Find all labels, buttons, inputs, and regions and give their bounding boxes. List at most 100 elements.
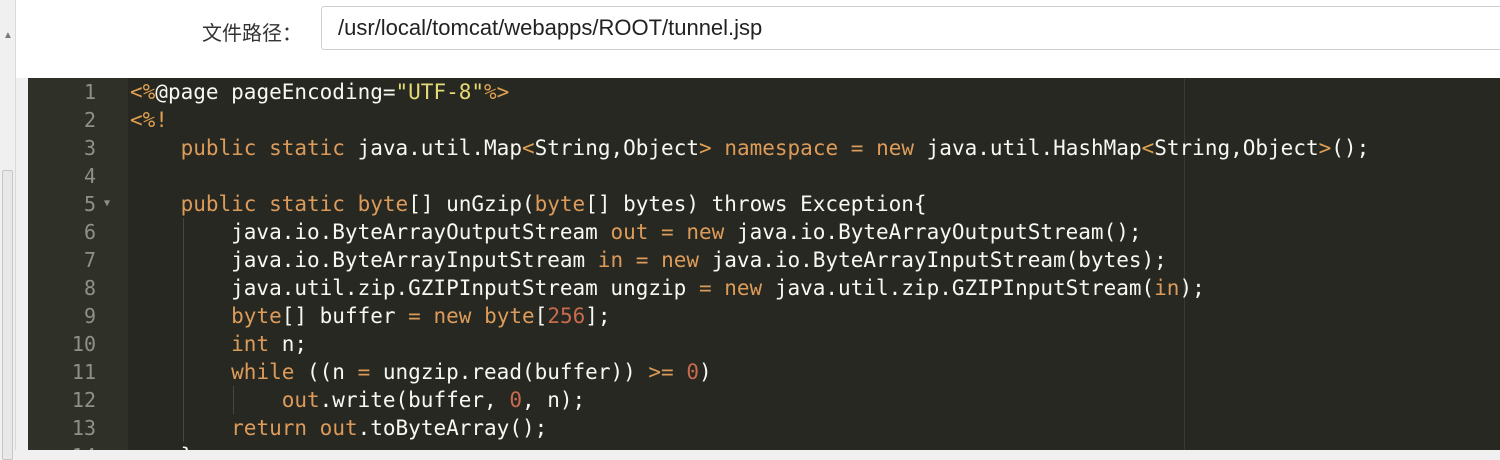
code-line: 1 <%@page pageEncoding="UTF-8"%>	[28, 78, 1500, 106]
code-token: java.util.Map	[344, 136, 522, 160]
code-line: 9 byte[] buffer = new byte[256];	[28, 302, 1500, 330]
line-number: 14	[28, 442, 96, 450]
code-token: byte	[534, 192, 586, 216]
line-number: 7	[83, 248, 96, 272]
code-text: while ((n = ungzip.read(buffer)) >= 0)	[130, 358, 712, 386]
code-token: static	[269, 192, 345, 216]
code-token: in	[597, 248, 624, 272]
code-token: java.util.zip.GZIPInputStream(	[762, 276, 1155, 300]
code-token: static	[269, 136, 345, 160]
code-token: byte	[484, 304, 535, 328]
line-number: 4	[83, 164, 96, 188]
code-line: 13 return out.toByteArray();	[28, 414, 1500, 442]
code-text: out.write(buffer, 0, n);	[130, 386, 585, 414]
line-number: 11	[71, 360, 96, 384]
code-token: <	[521, 136, 535, 160]
code-token: java.io.ByteArrayOutputStream	[130, 220, 611, 244]
code-token: %>	[484, 80, 510, 104]
code-text: public static java.util.Map<String,Objec…	[130, 134, 1370, 162]
line-number: 1	[83, 80, 96, 104]
line-number: 12	[71, 388, 96, 412]
code-token: java.io.ByteArrayInputStream(bytes);	[699, 248, 1167, 272]
code-token: namespace	[724, 136, 839, 160]
code-token: }	[130, 444, 194, 450]
code-line: 7 java.io.ByteArrayInputStream in = new …	[28, 246, 1500, 274]
line-number: 13	[71, 416, 96, 440]
code-line: 5 ▼ public static byte[] unGzip(byte[] by…	[28, 190, 1500, 218]
code-token: .toByteArray();	[357, 416, 548, 440]
code-token: [] buffer	[281, 304, 409, 328]
code-token: "UTF-8"	[395, 80, 485, 104]
code-token: java.util.HashMap	[914, 136, 1142, 160]
code-token: java.util.zip.GZIPInputStream ungzip	[130, 276, 699, 300]
code-token: =	[698, 276, 712, 300]
code-line: 2 <%!	[28, 106, 1500, 134]
code-token: @page pageEncoding=	[155, 80, 396, 104]
code-token: n;	[269, 332, 308, 356]
fold-toggle-icon[interactable]: ▼	[104, 190, 110, 218]
code-token: [] bytes) throws Exception{	[585, 192, 927, 216]
code-token: <%!	[130, 108, 168, 132]
code-token: public	[180, 136, 257, 160]
code-token: )	[699, 360, 712, 384]
code-line: 3 public static java.util.Map<String,Obj…	[28, 134, 1500, 162]
code-token: =	[357, 360, 371, 384]
code-token: new	[724, 276, 763, 300]
line-number: 2	[83, 108, 96, 132]
line-number: 10	[71, 332, 96, 356]
code-text: }	[130, 442, 194, 450]
code-text: java.util.zip.GZIPInputStream ungzip = n…	[130, 274, 1205, 302]
code-token: );	[1179, 276, 1205, 300]
code-line: 4	[28, 162, 1500, 190]
code-token: .write(buffer,	[319, 388, 510, 412]
code-token: 256	[547, 304, 586, 328]
code-line: 11 while ((n = ungzip.read(buffer)) >= 0…	[28, 358, 1500, 386]
code-token: >	[699, 136, 712, 160]
code-text: public static byte[] unGzip(byte[] bytes…	[130, 190, 927, 218]
scrollbar-thumb[interactable]	[2, 170, 13, 460]
left-scrollbar[interactable]: ▲	[0, 0, 16, 460]
code-token: <	[1141, 136, 1155, 160]
line-number: 8	[83, 276, 96, 300]
scroll-up-arrow-icon[interactable]: ▲	[2, 30, 14, 42]
code-token: java.io.ByteArrayOutputStream();	[724, 220, 1142, 244]
code-line: 6 java.io.ByteArrayOutputStream out = ne…	[28, 218, 1500, 246]
code-text: java.io.ByteArrayOutputStream out = new …	[130, 218, 1142, 246]
code-token: in	[1154, 276, 1180, 300]
code-text: java.io.ByteArrayInputStream in = new ja…	[130, 246, 1167, 274]
code-token: 0	[509, 388, 522, 412]
code-line: 12 out.write(buffer, 0, n);	[28, 386, 1500, 414]
code-line: 8 java.util.zip.GZIPInputStream ungzip =…	[28, 274, 1500, 302]
code-editor[interactable]: 1 <%@page pageEncoding="UTF-8"%> 2 <%! 3 pub…	[28, 78, 1500, 450]
code-text: <%@page pageEncoding="UTF-8"%>	[130, 78, 509, 106]
code-text: int n;	[130, 330, 307, 358]
line-number: 5	[83, 192, 96, 216]
code-token: >	[1318, 136, 1332, 160]
file-path-label: 文件路径：	[202, 21, 302, 45]
code-token: while	[231, 360, 295, 384]
line-number: 3	[83, 136, 96, 160]
code-token: ((n	[294, 360, 358, 384]
file-path-input[interactable]: /usr/local/tomcat/webapps/ROOT/tunnel.js…	[321, 6, 1500, 50]
file-path-bar: 文件路径： /usr/local/tomcat/webapps/ROOT/tun…	[16, 0, 1500, 78]
code-token: =	[661, 220, 674, 244]
code-token: =	[635, 248, 649, 272]
code-token: ];	[585, 304, 611, 328]
